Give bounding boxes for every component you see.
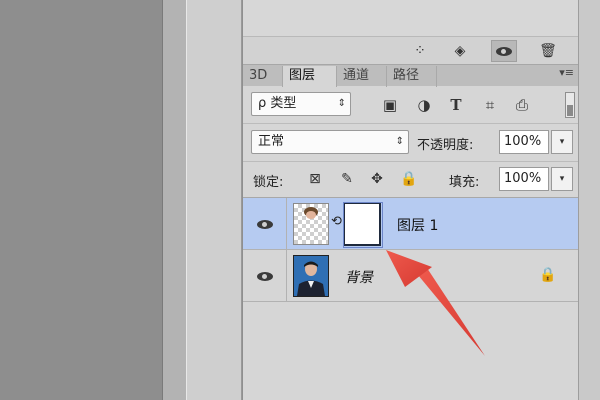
annotation-arrow [386, 250, 485, 356]
